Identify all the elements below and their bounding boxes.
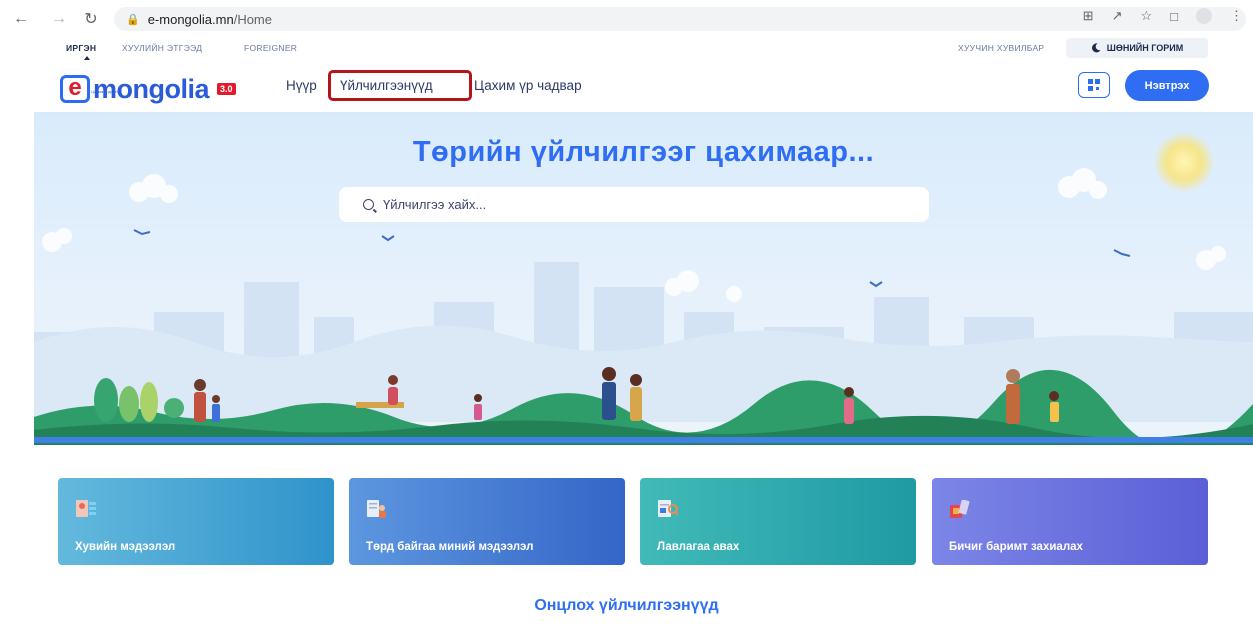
emongolia-logo[interactable]: e mongolia 3.0 <box>60 75 236 103</box>
side-panel-icon[interactable]: □ <box>1170 9 1178 24</box>
qr-button[interactable] <box>1078 72 1110 98</box>
back-arrow-icon[interactable]: ← <box>10 8 32 30</box>
tab-foreigner[interactable]: FOREIGNER <box>244 43 297 53</box>
dark-mode-toggle[interactable]: ШӨНИЙН ГОРИМ <box>1066 38 1208 58</box>
reload-icon[interactable]: ↻ <box>80 8 102 30</box>
hero-title: Төрийн үйлчилгээг цахимаар... <box>412 136 875 168</box>
url-host: e-mongolia.mn <box>147 11 234 27</box>
card-order-documents[interactable]: Бичиг баримт захиалах <box>932 478 1208 565</box>
dark-mode-label: ШӨНИЙН ГОРИМ <box>1106 43 1184 53</box>
url-path: /Home <box>233 11 272 27</box>
forward-arrow-icon[interactable]: → <box>48 8 70 30</box>
reference-icon <box>658 500 678 517</box>
logo-letter: e <box>60 75 90 103</box>
logo-version-badge: 3.0 <box>217 83 236 95</box>
services-highlight-box <box>328 70 472 101</box>
my-info-icon <box>367 500 386 518</box>
nav-home[interactable]: Нүүр <box>286 78 317 93</box>
hero-banner: Төрийн үйлчилгээг цахимаар... <box>34 112 1253 445</box>
address-bar[interactable]: 🔒 e-mongolia.mn/Home <box>114 7 1246 31</box>
personal-info-icon <box>76 500 96 517</box>
tab-legal-entity[interactable]: ХУУЛИЙН ЭТГЭЭД <box>122 43 202 53</box>
service-search-input[interactable] <box>383 197 883 212</box>
featured-services-title: Онцлох үйлчилгээнүүд <box>534 597 719 614</box>
card-personal-info[interactable]: Хувийн мэдээлэл <box>58 478 334 565</box>
card-label: Төрд байгаа миний мэдээлэл <box>366 541 534 553</box>
document-order-icon <box>950 500 970 518</box>
lock-icon: 🔒 <box>126 13 140 26</box>
old-version-link[interactable]: ХУУЧИН ХУВИЛБАР <box>958 43 1044 53</box>
share-icon[interactable]: ↗ <box>1112 8 1123 24</box>
card-label: Бичиг баримт захиалах <box>949 541 1083 553</box>
logo-tagline: Цахим үндэстэн <box>91 89 122 94</box>
login-button[interactable]: Нэвтрэх <box>1125 70 1209 101</box>
bookmark-star-icon[interactable]: ☆ <box>1140 8 1152 24</box>
card-get-reference[interactable]: Лавлагаа авах <box>640 478 916 565</box>
site-header: e mongolia 3.0 Цахим үндэстэн Нүүр Үйлчи… <box>0 60 1253 112</box>
card-label: Хувийн мэдээлэл <box>75 541 176 553</box>
card-my-info-in-state[interactable]: Төрд байгаа миний мэдээлэл <box>349 478 625 565</box>
search-icon <box>363 199 374 210</box>
service-search-box[interactable] <box>339 187 929 222</box>
hero-bottom-stripe <box>34 437 1253 443</box>
install-app-icon[interactable]: ⊞ <box>1083 8 1094 24</box>
browser-toolbar: ← → ↻ 🔒 e-mongolia.mn/Home ⊞ ↗ ☆ □ ⋮ <box>0 0 1253 37</box>
card-label: Лавлагаа авах <box>657 541 740 553</box>
profile-avatar-icon[interactable] <box>1196 8 1212 24</box>
tab-citizen[interactable]: ИРГЭН <box>66 43 96 53</box>
moon-icon <box>1091 43 1101 53</box>
menu-kebab-icon[interactable]: ⋮ <box>1230 8 1243 24</box>
nav-digital-skills[interactable]: Цахим үр чадвар <box>474 78 582 93</box>
qr-code-icon <box>1088 79 1100 91</box>
